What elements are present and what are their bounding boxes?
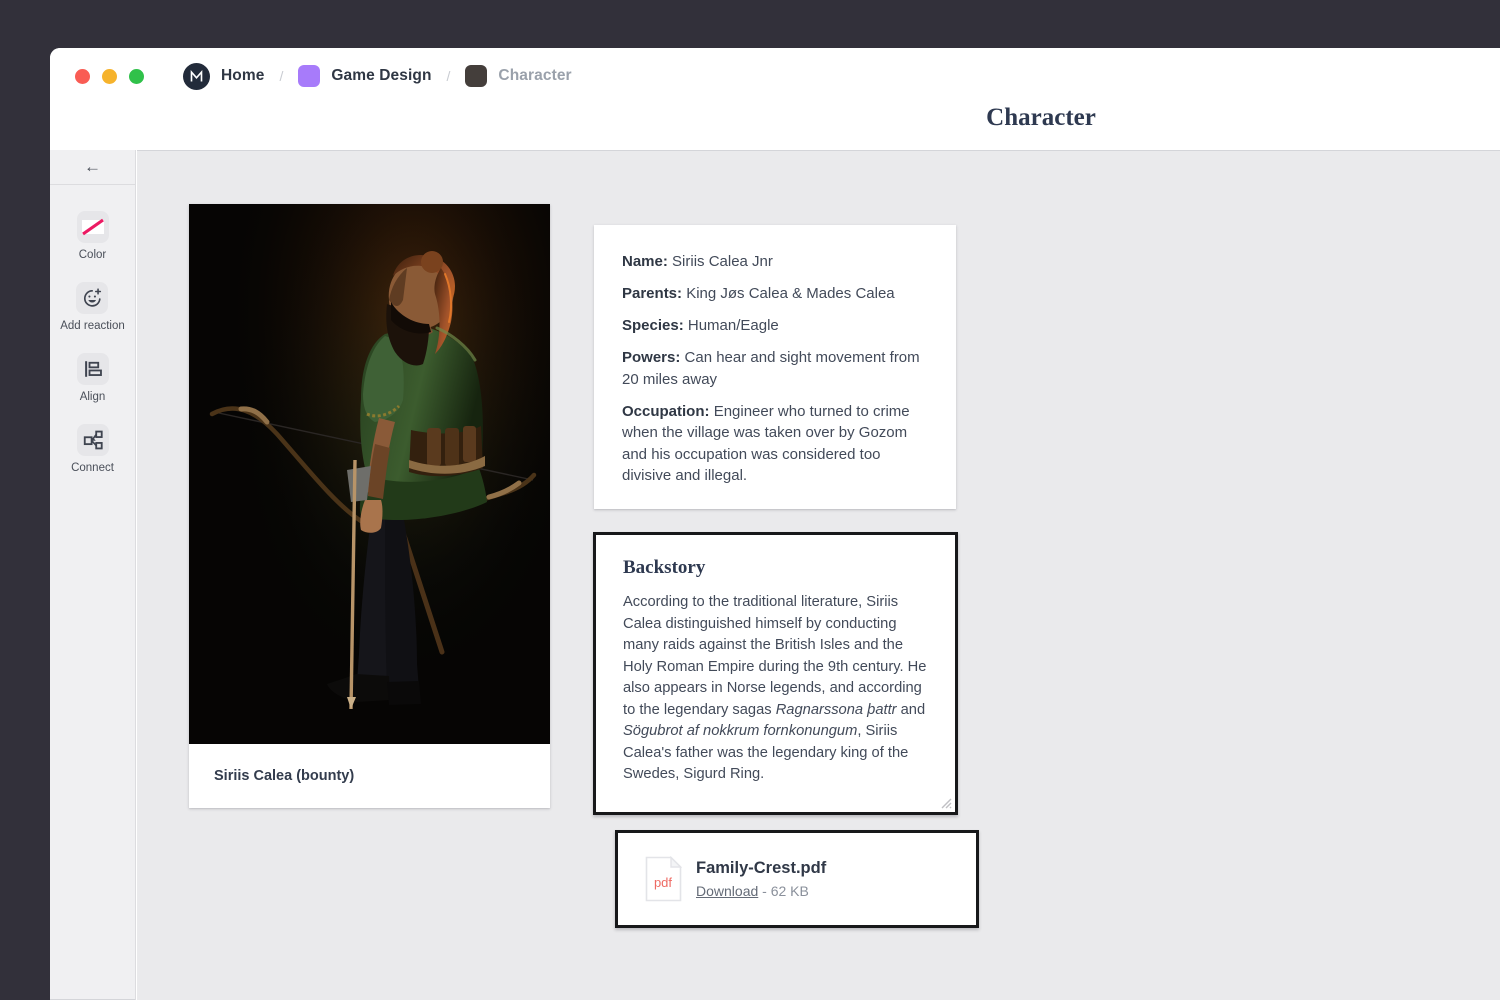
milanote-logo-icon [189,69,204,84]
breadcrumb-separator: / [279,68,283,84]
board-icon-character [465,65,487,87]
board-icon-game-design[interactable] [298,65,320,87]
backstory-text: According to the traditional literature,… [623,592,931,786]
color-swatch-icon [77,211,109,243]
backstory-title: Backstory [623,557,931,579]
tool-label: Connect [71,462,114,474]
resize-handle[interactable] [939,796,952,809]
connect-nodes-icon [82,429,104,451]
breadcrumb: Home / Game Design / Character [183,63,572,90]
tool-label: Add reaction [60,320,125,332]
collapse-sidebar-button[interactable]: ← [50,150,135,185]
close-window-button[interactable] [75,69,90,84]
breadcrumb-character-current: Character [498,67,571,85]
archer-photo [189,204,550,744]
breadcrumb-game-design[interactable]: Game Design [331,67,431,85]
download-link[interactable]: Download [696,883,758,899]
character-details-card[interactable]: Name: Siriis Calea Jnr Parents: King Jøs… [594,225,956,509]
title-bar: Home / Game Design / Character Character [50,48,1500,150]
tool-label: Color [79,249,106,261]
align-left-icon [82,358,104,380]
app-window: Home / Game Design / Character Character… [50,48,1500,1000]
tool-sidebar: ← Color [50,150,136,1000]
backstory-card[interactable]: Backstory According to the traditional l… [593,532,958,815]
file-card[interactable]: pdf Family-Crest.pdf Download - 62 KB [615,830,979,928]
svg-text:pdf: pdf [654,875,672,890]
back-arrow-icon: ← [84,157,101,177]
field-occupation: Occupation: Engineer who turned to crime… [622,401,928,487]
pdf-file-icon: pdf [645,856,682,902]
image-card[interactable]: Siriis Calea (bounty) [189,204,550,808]
field-name: Name: Siriis Calea Jnr [622,251,928,273]
zoom-window-button[interactable] [129,69,144,84]
breadcrumb-separator: / [447,68,451,84]
field-parents: Parents: King Jøs Calea & Mades Calea [622,283,928,305]
smiley-plus-icon [81,287,103,309]
breadcrumb-home[interactable]: Home [221,67,264,85]
align-tool-button[interactable]: Align [77,353,109,403]
field-powers: Powers: Can hear and sight movement from… [622,347,928,390]
add-reaction-tool-button[interactable]: Add reaction [60,282,125,332]
minimize-window-button[interactable] [102,69,117,84]
tool-label: Align [80,391,106,403]
color-tool-button[interactable]: Color [77,211,109,261]
file-meta: Download - 62 KB [696,883,826,899]
app-logo[interactable] [183,63,210,90]
connect-tool-button[interactable]: Connect [71,424,114,474]
board-canvas[interactable]: Siriis Calea (bounty) Name: Siriis Calea… [137,150,1500,1000]
page-title: Character [986,104,1096,132]
image-caption: Siriis Calea (bounty) [189,744,550,808]
field-species: Species: Human/Eagle [622,315,928,337]
file-name: Family-Crest.pdf [696,859,826,878]
